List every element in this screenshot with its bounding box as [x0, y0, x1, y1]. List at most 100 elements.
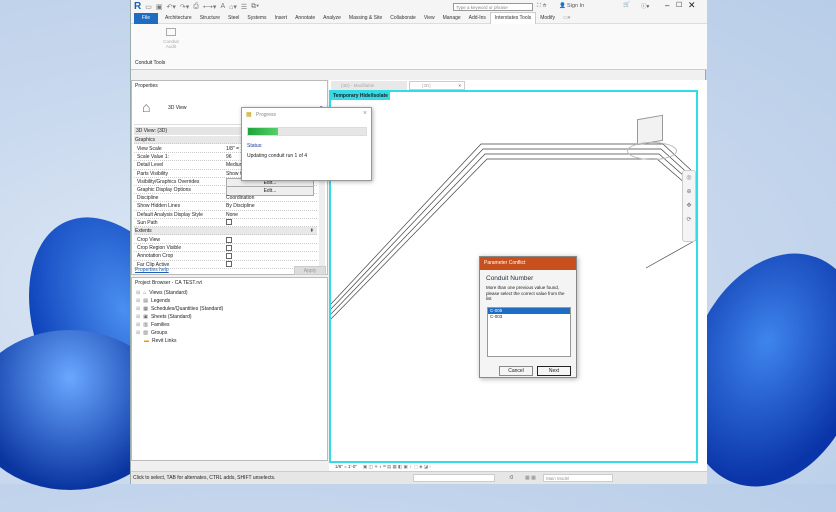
open-icon[interactable]: ▭	[145, 3, 152, 11]
tab-steel[interactable]: Steel	[224, 13, 243, 24]
status-text: Click to select, TAB for alternates, CTR…	[133, 475, 276, 481]
expand-icon[interactable]: ⊞	[136, 321, 140, 329]
property-value[interactable]: None	[226, 211, 238, 219]
revit-logo[interactable]: R	[134, 1, 141, 12]
node-icon: ▬	[144, 338, 149, 344]
search-input[interactable]: Type a keyword or phrase	[453, 3, 533, 11]
section-extents[interactable]: Extents ⇞	[134, 227, 317, 236]
switch-windows-icon[interactable]: ⧉▾	[251, 3, 259, 11]
design-options-icon[interactable]: ▦ ▦	[525, 472, 536, 484]
close-icon[interactable]: ×	[363, 110, 367, 117]
tab-insert[interactable]: Insert	[271, 13, 292, 24]
measure-icon[interactable]: ⟷▾	[203, 3, 217, 11]
cancel-button[interactable]: Cancel	[499, 366, 533, 376]
sun-path-checkbox[interactable]	[226, 219, 232, 227]
expand-icon[interactable]: ⊞	[136, 297, 140, 305]
maximize-button[interactable]: ☐	[676, 1, 682, 9]
property-row[interactable]: Sun Path	[134, 219, 317, 227]
tab-file[interactable]: File	[134, 12, 158, 24]
property-checkbox[interactable]	[226, 261, 232, 269]
conduit-audit-button[interactable]: Conduit Audit	[161, 28, 181, 49]
text-icon[interactable]: A	[220, 3, 225, 10]
help-icon[interactable]: ⓘ▾	[641, 2, 649, 10]
cart-icon[interactable]: 🛒	[623, 2, 630, 8]
property-name: Default Analysis Display Style	[137, 211, 203, 218]
tab-view[interactable]: View	[420, 13, 439, 24]
property-checkbox[interactable]	[226, 252, 232, 260]
browser-item[interactable]: ⊞ ▦ Schedules/Quantities (Standard)	[136, 305, 223, 313]
undo-icon[interactable]: ↶▾	[166, 3, 175, 11]
property-value[interactable]: 96	[226, 153, 232, 161]
tab-architecture[interactable]: Architecture	[161, 13, 196, 24]
property-row[interactable]: Crop Region Visible	[134, 244, 317, 253]
navigation-bar[interactable]: ◎ ⊕ ✥ ⟳	[682, 170, 696, 242]
3d-view-icon[interactable]: ⌂▾	[229, 3, 237, 11]
browser-item[interactable]: ⊞ ▣ Sheets (Standard)	[136, 313, 192, 321]
browser-item[interactable]: ⊞ ▧ Groups	[136, 329, 167, 337]
value-listbox[interactable]: C-005 C-003	[487, 307, 571, 357]
design-option-dropdown[interactable]: Main Model	[543, 474, 613, 482]
property-name: Discipline	[137, 195, 159, 202]
tab-manage[interactable]: Manage	[439, 13, 465, 24]
tab-systems[interactable]: Systems	[243, 13, 270, 24]
panel-label: Conduit Tools	[135, 60, 166, 66]
tab-add-ins[interactable]: Add-Ins	[465, 13, 490, 24]
expand-icon[interactable]: ⊞	[136, 313, 140, 321]
browser-item-label: Schedules/Quantities (Standard)	[150, 306, 224, 312]
property-name: Visibility/Graphics Overrides	[137, 178, 200, 185]
redo-icon[interactable]: ↷▾	[180, 3, 189, 11]
browser-item[interactable]: ▬ Revit Links	[136, 337, 176, 345]
property-row[interactable]: Show Hidden Lines By Discipline	[134, 202, 317, 211]
property-row[interactable]: Graphic Display Options Edit...	[134, 186, 317, 196]
expand-icon[interactable]: ⊞	[136, 305, 140, 313]
workset-dropdown[interactable]	[413, 474, 495, 482]
next-button[interactable]: Next	[537, 366, 571, 376]
property-row[interactable]: Discipline Coordination	[134, 194, 317, 203]
expand-icon[interactable]: ⊞	[136, 329, 140, 337]
property-value[interactable]: Coordination	[226, 194, 254, 202]
properties-help-link[interactable]: Properties help	[135, 267, 169, 273]
property-value[interactable]: By Discipline	[226, 202, 255, 210]
steering-wheel-icon[interactable]: ◎	[683, 171, 695, 185]
project-browser: Project Browser - CA TEST.rvt ⊞ ⌂ Views (S…	[131, 277, 328, 461]
property-row[interactable]: Annotation Crop	[134, 252, 317, 261]
pan-icon[interactable]: ✥	[683, 199, 695, 213]
tab-modify[interactable]: Modify	[536, 13, 559, 24]
dialog-message: More than one previous value found, plea…	[486, 285, 565, 301]
zoom-icon[interactable]: ⊕	[683, 185, 695, 199]
close-button[interactable]: ✕	[688, 0, 696, 11]
view-tab-3d[interactable]: {3D} ×	[409, 81, 465, 90]
node-icon: ▤	[143, 298, 148, 304]
close-tab-icon[interactable]: ×	[458, 82, 461, 90]
property-row[interactable]: Default Analysis Display Style None	[134, 211, 317, 219]
binoculars-icon[interactable]: ⛶ ☆	[537, 3, 547, 10]
view-controls-icons[interactable]: ▣ ◫ ☀ ◐ ⌗ ▤ ▦ ◧ ▣ ♀ ⬚ ◈ ◪ ‹	[363, 464, 431, 469]
apply-button[interactable]: Apply	[294, 266, 326, 275]
browser-item[interactable]: ⊞ ▤ Legends	[136, 297, 170, 305]
property-name: Show Hidden Lines	[137, 203, 181, 210]
close-hidden-icon[interactable]: ☰	[241, 3, 247, 11]
minimize-button[interactable]: –	[665, 1, 669, 10]
user-icon[interactable]: 👤	[559, 3, 566, 9]
tab-massing-site[interactable]: Massing & Site	[345, 13, 386, 24]
browser-item[interactable]: ⊞ ⌂ Views (Standard)	[136, 289, 188, 297]
tab-structure[interactable]: Structure	[196, 13, 224, 24]
ribbon-options-icon[interactable]: ▭▾	[559, 13, 574, 24]
print-icon[interactable]: ⎙	[193, 3, 199, 11]
sign-in-link[interactable]: Sign In	[567, 3, 584, 9]
property-checkbox[interactable]	[226, 244, 232, 252]
orbit-icon[interactable]: ⟳	[683, 213, 695, 227]
tab-analyze[interactable]: Analyze	[319, 13, 345, 24]
view-tab-3d-modifiable[interactable]: {3D} - Modifiable	[331, 81, 407, 90]
expand-icon[interactable]: ⊞	[136, 289, 140, 297]
tab-collaborate[interactable]: Collaborate	[386, 13, 420, 24]
list-option[interactable]: C-003	[488, 314, 570, 320]
tab-annotate[interactable]: Annotate	[291, 13, 319, 24]
scale-selector[interactable]: 1/8" = 1'-0"	[335, 464, 357, 469]
tab-interstates-tools[interactable]: Interstates Tools	[489, 12, 537, 24]
save-icon[interactable]: ▣	[156, 3, 163, 11]
property-row[interactable]: Crop View	[134, 236, 317, 245]
property-checkbox[interactable]	[226, 236, 232, 244]
viewcube[interactable]	[627, 114, 679, 166]
browser-item[interactable]: ⊞ ▥ Families	[136, 321, 170, 329]
